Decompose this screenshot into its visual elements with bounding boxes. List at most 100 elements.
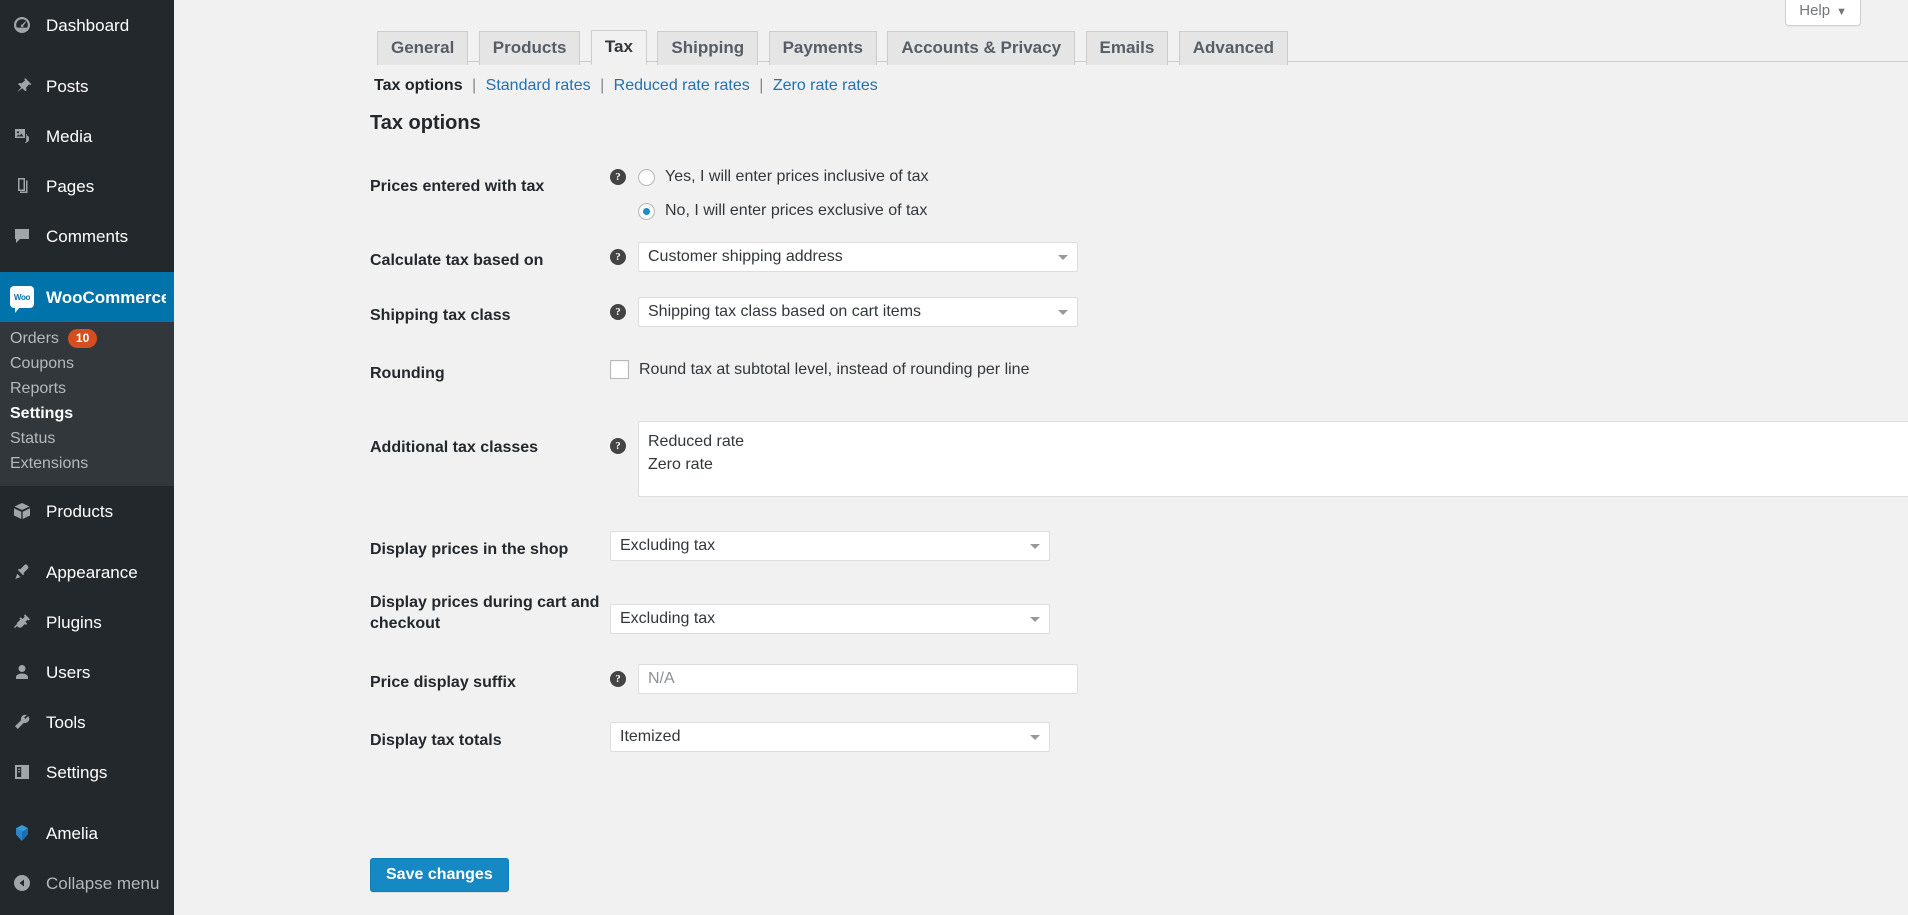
submenu-item-settings[interactable]: Settings bbox=[0, 401, 174, 426]
sidebar-item-amelia[interactable]: Amelia bbox=[0, 808, 174, 858]
tab-payments[interactable]: Payments bbox=[769, 31, 877, 65]
radio-label: Yes, I will enter prices inclusive of ta… bbox=[665, 168, 929, 186]
submenu-item-coupons[interactable]: Coupons bbox=[0, 351, 174, 376]
submenu-item-orders[interactable]: Orders 10 bbox=[0, 326, 174, 351]
woocommerce-submenu: Orders 10 Coupons Reports Settings Statu… bbox=[0, 322, 174, 486]
collapse-icon bbox=[10, 871, 34, 895]
field-label: Calculate tax based on bbox=[370, 242, 610, 272]
sidebar-item-posts[interactable]: Posts bbox=[0, 61, 174, 111]
field-control: Excluding tax bbox=[610, 531, 1908, 561]
rounding-checkbox[interactable] bbox=[610, 360, 629, 379]
submenu-item-reports[interactable]: Reports bbox=[0, 376, 174, 401]
submenu-item-label: Coupons bbox=[10, 355, 74, 373]
sidebar-item-label: Dashboard bbox=[46, 17, 129, 34]
chevron-down-icon bbox=[1030, 617, 1040, 622]
select-value: Shipping tax class based on cart items bbox=[648, 303, 921, 321]
field-row-prices-entered-with-tax: Prices entered with tax ? Yes, I will en… bbox=[370, 168, 1908, 220]
field-label: Display tax totals bbox=[370, 722, 610, 752]
sidebar-item-label: Tools bbox=[46, 714, 86, 731]
sidebar-item-label: Users bbox=[46, 664, 90, 681]
sidebar-item-comments[interactable]: Comments bbox=[0, 211, 174, 261]
sidebar-item-label: Comments bbox=[46, 228, 128, 245]
display-prices-in-shop-select[interactable]: Excluding tax bbox=[610, 531, 1050, 561]
brush-icon bbox=[10, 560, 34, 584]
help-tab-button[interactable]: Help▼ bbox=[1785, 0, 1861, 26]
field-label: Shipping tax class bbox=[370, 297, 610, 327]
field-row-display-prices-cart-checkout: Display prices during cart and checkout … bbox=[370, 590, 1908, 635]
save-changes-button[interactable]: Save changes bbox=[370, 858, 509, 892]
help-icon[interactable]: ? bbox=[610, 249, 626, 265]
field-control: ? N/A bbox=[610, 664, 1908, 694]
shipping-tax-class-select[interactable]: Shipping tax class based on cart items bbox=[638, 297, 1078, 327]
display-tax-totals-select[interactable]: Itemized bbox=[610, 722, 1050, 752]
tab-emails[interactable]: Emails bbox=[1086, 31, 1169, 65]
subnav-separator: | bbox=[759, 77, 763, 94]
field-row-rounding: Rounding Round tax at subtotal level, in… bbox=[370, 355, 1908, 385]
tab-products[interactable]: Products bbox=[479, 31, 581, 65]
sidebar-item-label: Plugins bbox=[46, 614, 102, 631]
submenu-item-status[interactable]: Status bbox=[0, 426, 174, 451]
chevron-down-icon bbox=[1058, 255, 1068, 260]
help-icon[interactable]: ? bbox=[610, 169, 626, 185]
subnav-separator: | bbox=[600, 77, 604, 94]
price-display-suffix-input[interactable]: N/A bbox=[638, 664, 1078, 694]
sidebar-item-woocommerce[interactable]: Woo WooCommerce bbox=[0, 272, 174, 322]
sidebar-item-pages[interactable]: Pages bbox=[0, 161, 174, 211]
radio-label: No, I will enter prices exclusive of tax bbox=[665, 202, 927, 220]
user-icon bbox=[10, 660, 34, 684]
radio-button[interactable] bbox=[638, 169, 655, 186]
field-row-calculate-tax-based-on: Calculate tax based on ? Customer shippi… bbox=[370, 242, 1908, 272]
subnav-link-zero-rate-rates[interactable]: Zero rate rates bbox=[773, 77, 878, 94]
chevron-down-icon bbox=[1030, 735, 1040, 740]
help-icon[interactable]: ? bbox=[610, 438, 626, 454]
subnav-link-standard-rates[interactable]: Standard rates bbox=[486, 77, 591, 94]
sidebar-item-tools[interactable]: Tools bbox=[0, 697, 174, 747]
subnav-link-reduced-rate-rates[interactable]: Reduced rate rates bbox=[614, 77, 750, 94]
sidebar-item-settings[interactable]: Settings bbox=[0, 747, 174, 797]
sidebar-item-label: WooCommerce bbox=[46, 289, 170, 306]
chevron-down-icon: ▼ bbox=[1836, 6, 1847, 18]
field-control: ? Customer shipping address bbox=[610, 242, 1908, 272]
tab-tax[interactable]: Tax bbox=[591, 30, 647, 65]
amelia-icon bbox=[10, 821, 34, 845]
field-row-display-tax-totals: Display tax totals Itemized bbox=[370, 722, 1908, 752]
sidebar-item-media[interactable]: Media bbox=[0, 111, 174, 161]
submenu-item-label: Orders bbox=[10, 330, 59, 348]
help-icon[interactable]: ? bbox=[610, 304, 626, 320]
help-icon[interactable]: ? bbox=[610, 671, 626, 687]
sliders-icon bbox=[10, 760, 34, 784]
sidebar-item-appearance[interactable]: Appearance bbox=[0, 547, 174, 597]
menu-separator bbox=[0, 536, 174, 547]
additional-tax-classes-textarea[interactable]: Reduced rate Zero rate bbox=[638, 421, 1908, 497]
submenu-item-extensions[interactable]: Extensions bbox=[0, 451, 174, 476]
sidebar-item-dashboard[interactable]: Dashboard bbox=[0, 0, 174, 50]
calculate-tax-based-on-select[interactable]: Customer shipping address bbox=[638, 242, 1078, 272]
field-control: ? Yes, I will enter prices inclusive of … bbox=[610, 168, 1908, 220]
sidebar-item-label: Amelia bbox=[46, 825, 98, 842]
field-control: ? Reduced rate Zero rate bbox=[610, 421, 1908, 497]
radio-option-inclusive[interactable]: ? Yes, I will enter prices inclusive of … bbox=[610, 168, 1908, 186]
plug-icon bbox=[10, 610, 34, 634]
sidebar-item-plugins[interactable]: Plugins bbox=[0, 597, 174, 647]
chevron-down-icon bbox=[1058, 310, 1068, 315]
sidebar-item-collapse-menu[interactable]: Collapse menu bbox=[0, 858, 174, 908]
page-title: Tax options bbox=[370, 112, 481, 135]
field-row-shipping-tax-class: Shipping tax class ? Shipping tax class … bbox=[370, 297, 1908, 327]
tab-advanced[interactable]: Advanced bbox=[1179, 31, 1288, 65]
display-prices-cart-checkout-select[interactable]: Excluding tax bbox=[610, 604, 1050, 634]
tax-subnav: Tax options | Standard rates | Reduced r… bbox=[374, 77, 878, 95]
radio-button[interactable] bbox=[638, 203, 655, 220]
radio-option-exclusive[interactable]: No, I will enter prices exclusive of tax bbox=[610, 202, 1908, 220]
sidebar-item-label: Products bbox=[46, 503, 113, 520]
main-content: Help▼ General Products Tax Shipping Paym… bbox=[174, 0, 1908, 915]
sidebar-item-users[interactable]: Users bbox=[0, 647, 174, 697]
subnav-separator: | bbox=[472, 77, 476, 94]
tab-general[interactable]: General bbox=[377, 31, 468, 65]
field-control: Excluding tax bbox=[610, 590, 1908, 635]
sidebar-item-products[interactable]: Products bbox=[0, 486, 174, 536]
field-label: Price display suffix bbox=[370, 664, 610, 694]
tab-accounts-privacy[interactable]: Accounts & Privacy bbox=[887, 31, 1075, 65]
field-control: Round tax at subtotal level, instead of … bbox=[610, 355, 1908, 385]
select-value: Excluding tax bbox=[620, 537, 715, 555]
tab-shipping[interactable]: Shipping bbox=[657, 31, 758, 65]
